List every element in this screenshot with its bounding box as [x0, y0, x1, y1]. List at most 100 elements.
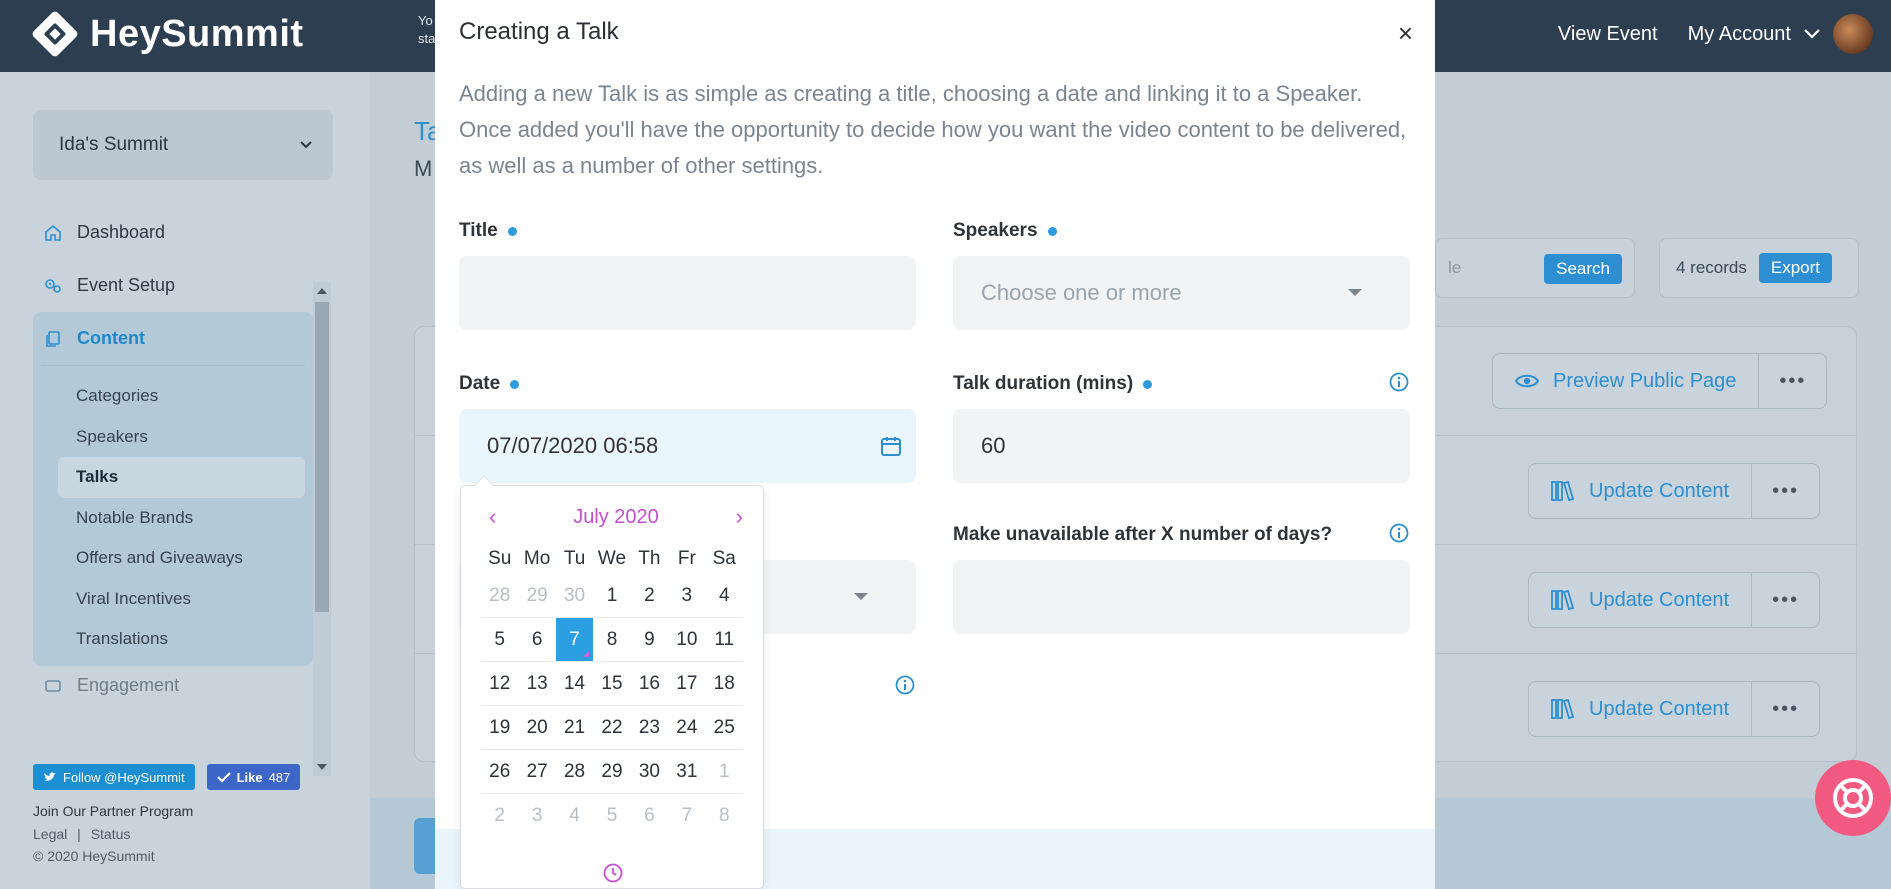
sidebar-item-engagement[interactable]: Engagement [33, 666, 313, 706]
search-button[interactable]: Search [1544, 254, 1622, 284]
calendar-day[interactable]: 30 [556, 574, 593, 617]
calendar-day[interactable]: 19 [481, 706, 518, 749]
calendar-day[interactable]: 16 [631, 662, 668, 705]
summit-selector[interactable]: Ida's Summit [33, 110, 333, 180]
scroll-thumb[interactable] [315, 302, 329, 612]
sidebar-scrollbar[interactable] [313, 282, 331, 776]
duration-input[interactable]: 60 [953, 409, 1410, 483]
calendar-day[interactable]: 3 [668, 574, 705, 617]
sidebar-item-content[interactable]: Content [33, 312, 313, 365]
date-value: 07/07/2020 06:58 [487, 433, 659, 458]
sidebar-subitem-offers[interactable]: Offers and Giveaways [58, 538, 305, 579]
calendar-day[interactable]: 27 [518, 750, 555, 793]
view-event-link[interactable]: View Event [1558, 23, 1658, 46]
calendar-day[interactable]: 18 [706, 662, 743, 705]
status-link[interactable]: Status [91, 826, 131, 842]
calendar-day[interactable]: 22 [593, 706, 630, 749]
calendar-day[interactable]: 28 [556, 750, 593, 793]
calendar-day[interactable]: 3 [518, 794, 555, 838]
calendar-day[interactable]: 2 [631, 574, 668, 617]
calendar-day[interactable]: 6 [631, 794, 668, 838]
calendar-day[interactable]: 9 [631, 618, 668, 661]
calendar-week-row: 19 20 21 22 23 24 25 [481, 706, 743, 750]
calendar-day[interactable]: 31 [668, 750, 705, 793]
info-icon[interactable] [1389, 523, 1409, 543]
calendar-day[interactable]: 26 [481, 750, 518, 793]
calendar-day[interactable]: 4 [706, 574, 743, 617]
caret-down-icon [1348, 289, 1362, 296]
scroll-down-icon[interactable] [317, 764, 327, 770]
clock-icon[interactable] [602, 862, 624, 884]
update-content-button[interactable]: Update Content [1529, 682, 1751, 736]
info-icon[interactable] [895, 675, 915, 695]
sidebar-subitem-viral-incentives[interactable]: Viral Incentives [58, 579, 305, 620]
calendar-day[interactable]: 29 [518, 574, 555, 617]
calendar-day[interactable]: 14 [556, 662, 593, 705]
calendar-day[interactable]: 11 [706, 618, 743, 661]
calendar-icon[interactable] [880, 435, 902, 457]
calendar-day[interactable]: 13 [518, 662, 555, 705]
calendar-day[interactable]: 1 [706, 750, 743, 793]
avatar[interactable] [1833, 14, 1873, 54]
calendar-day[interactable]: 20 [518, 706, 555, 749]
sidebar-subitem-categories[interactable]: Categories [58, 376, 305, 417]
sidebar-subitem-speakers[interactable]: Speakers [58, 417, 305, 458]
calendar-day[interactable]: 6 [518, 618, 555, 661]
prev-month-icon[interactable]: ‹ [489, 504, 496, 530]
logo[interactable]: HeySummit [30, 6, 304, 62]
search-input[interactable]: le [1448, 258, 1461, 278]
more-options-icon[interactable]: ••• [1751, 682, 1819, 736]
sidebar-item-event-setup[interactable]: Event Setup [33, 259, 313, 312]
preview-public-page-button[interactable]: Preview Public Page [1493, 354, 1758, 408]
sidebar-item-dashboard[interactable]: Dashboard [33, 206, 313, 259]
calendar-day[interactable]: 4 [556, 794, 593, 838]
calendar-day[interactable]: 23 [631, 706, 668, 749]
scroll-up-icon[interactable] [317, 288, 327, 294]
next-month-icon[interactable]: › [736, 504, 743, 530]
sidebar-subitem-translations[interactable]: Translations [58, 619, 305, 660]
calendar-day[interactable]: 29 [593, 750, 630, 793]
chevron-down-icon [1804, 29, 1820, 39]
speakers-select[interactable]: Choose one or more [953, 256, 1410, 330]
calendar-week-row: 12 13 14 15 16 17 18 [481, 662, 743, 706]
update-content-button[interactable]: Update Content [1529, 464, 1751, 518]
my-account-menu[interactable]: My Account [1688, 14, 1873, 54]
info-icon[interactable] [1389, 372, 1409, 392]
calendar-day-selected[interactable]: 7 [555, 618, 594, 661]
like-button[interactable]: Like 487 [206, 764, 301, 790]
more-options-icon[interactable]: ••• [1751, 464, 1819, 518]
calendar-day[interactable]: 15 [593, 662, 630, 705]
calendar-day[interactable]: 30 [631, 750, 668, 793]
sidebar-subitem-notable-brands[interactable]: Notable Brands [58, 498, 305, 539]
calendar-day[interactable]: 24 [668, 706, 705, 749]
export-button[interactable]: Export [1758, 253, 1833, 283]
update-content-button[interactable]: Update Content [1529, 573, 1751, 627]
close-icon[interactable]: × [1398, 20, 1413, 46]
calendar-day[interactable]: 10 [668, 618, 705, 661]
calendar-day[interactable]: 12 [481, 662, 518, 705]
calendar-day[interactable]: 8 [706, 794, 743, 838]
sidebar-nav: Dashboard Event Setup Content Categories… [33, 206, 313, 706]
calendar-day[interactable]: 17 [668, 662, 705, 705]
calendar-day[interactable]: 25 [706, 706, 743, 749]
calendar-day[interactable]: 7 [668, 794, 705, 838]
calendar-day[interactable]: 5 [593, 794, 630, 838]
datepicker-header: ‹ July 2020 › [461, 502, 765, 532]
partner-link[interactable]: Join Our Partner Program [33, 802, 300, 820]
title-input[interactable] [459, 256, 916, 330]
calendar-day[interactable]: 8 [593, 618, 630, 661]
calendar-day[interactable]: 28 [481, 574, 518, 617]
sidebar-subitem-talks[interactable]: Talks [58, 457, 305, 498]
calendar-day[interactable]: 1 [593, 574, 630, 617]
more-options-icon[interactable]: ••• [1758, 354, 1826, 408]
help-widget-button[interactable] [1815, 760, 1891, 836]
legal-link[interactable]: Legal [33, 826, 67, 842]
twitter-follow-button[interactable]: Follow @HeySummit [33, 764, 195, 790]
more-options-icon[interactable]: ••• [1751, 573, 1819, 627]
calendar-day[interactable]: 21 [556, 706, 593, 749]
date-input[interactable]: 07/07/2020 06:58 [459, 409, 916, 483]
calendar-day[interactable]: 5 [481, 618, 518, 661]
unavailable-days-input[interactable] [953, 560, 1410, 634]
calendar-day[interactable]: 2 [481, 794, 518, 838]
month-label[interactable]: July 2020 [573, 506, 659, 529]
